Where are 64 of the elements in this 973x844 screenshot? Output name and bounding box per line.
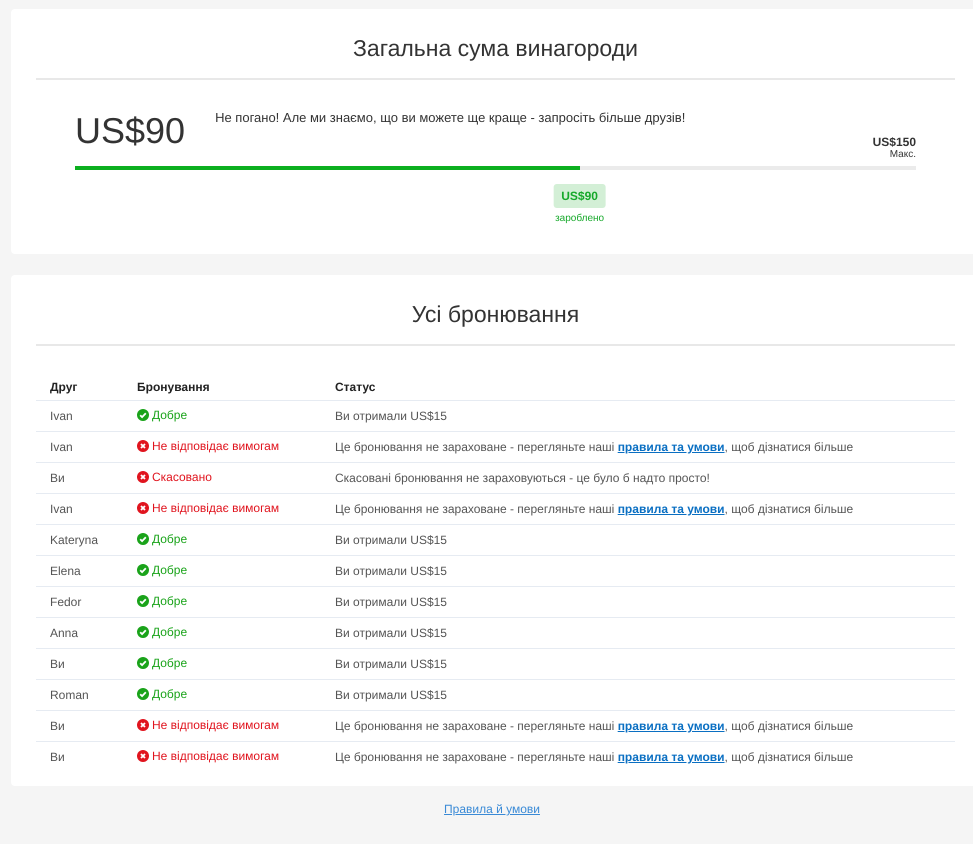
booking-status: Добре [137, 656, 188, 670]
error-icon [137, 750, 149, 762]
friend-cell: Ivan [36, 400, 123, 432]
terms-link[interactable]: Правила й умови [444, 802, 540, 816]
status-text: Ви отримали US$15 [335, 657, 447, 671]
friend-cell: Kateryna [36, 524, 123, 556]
booking-status: Добре [137, 687, 188, 701]
status-text: Це бронювання не зараховане - перегляньте наші правила та умови, щоб дізнатися більше [335, 719, 854, 733]
check-icon [137, 533, 149, 545]
check-icon [137, 626, 149, 638]
error-icon [137, 502, 149, 514]
terms-link[interactable]: правила та умови [618, 719, 725, 733]
booking-status: Не відповідає вимогам [137, 439, 280, 453]
status-text: Ви отримали US$15 [335, 626, 447, 640]
status-text: Ви отримали US$15 [335, 533, 447, 547]
terms-link[interactable]: правила та умови [618, 750, 725, 764]
status-text: Ви отримали US$15 [335, 564, 447, 578]
card-title: Загальна сума винагороди [36, 9, 955, 80]
check-icon [137, 657, 149, 669]
status-text: Скасовані бронювання не зараховуються - це було б надто просто! [335, 471, 710, 485]
earned-badge: US$90 [553, 184, 606, 208]
friend-cell: Fedor [36, 586, 123, 618]
friend-cell: Ivan [36, 432, 123, 462]
booking-status: Добре [137, 594, 188, 608]
friend-cell: Anna [36, 618, 123, 648]
column-header: Друг [36, 374, 123, 400]
reward-message: Не погано! Але ми знаємо, що ви можете ще краще - запросіть більше друзів! [215, 110, 686, 125]
error-icon [137, 440, 149, 452]
check-icon [137, 409, 149, 421]
friend-cell: Ви [36, 742, 123, 772]
status-text: Ви отримали US$15 [335, 409, 447, 423]
error-icon [137, 471, 149, 483]
max-amount: US$150 [872, 135, 916, 149]
booking-status: Добре [137, 563, 188, 577]
max-label: Макс. [890, 149, 916, 160]
column-header: Статус [321, 374, 955, 400]
booking-status: Не відповідає вимогам [137, 501, 280, 515]
friend-cell: Ви [36, 648, 123, 680]
status-text: Це бронювання не зараховане - перегляньте наші правила та умови, щоб дізнатися більше [335, 750, 854, 764]
error-icon [137, 719, 149, 731]
status-text: Це бронювання не зараховане - перегляньте наші правила та умови, щоб дізнатися більше [335, 502, 854, 516]
friend-cell: Ivan [36, 494, 123, 524]
booking-status: Добре [137, 408, 188, 422]
check-icon [137, 688, 149, 700]
status-text: Це бронювання не зараховане - перегляньте наші правила та умови, щоб дізнатися більше [335, 440, 854, 454]
friend-cell: Elena [36, 556, 123, 586]
status-text: Ви отримали US$15 [335, 595, 447, 609]
friend-cell: Ви [36, 462, 123, 494]
friend-cell: Ви [36, 710, 123, 742]
status-text: Ви отримали US$15 [335, 688, 447, 702]
check-icon [137, 595, 149, 607]
booking-status: Добре [137, 532, 188, 546]
friend-cell: Roman [36, 680, 123, 710]
booking-status: Скасовано [137, 470, 212, 484]
booking-status: Добре [137, 625, 188, 639]
booking-status: Не відповідає вимогам [137, 749, 280, 763]
card-title: Усі бронювання [36, 275, 955, 346]
terms-link[interactable]: правила та умови [618, 440, 725, 454]
booking-status: Не відповідає вимогам [137, 718, 280, 732]
check-icon [137, 564, 149, 576]
earned-label: зароблено [555, 213, 604, 224]
terms-link[interactable]: правила та умови [618, 502, 725, 516]
reward-amount: US$90 [75, 110, 186, 152]
column-header: Бронування [123, 374, 321, 400]
